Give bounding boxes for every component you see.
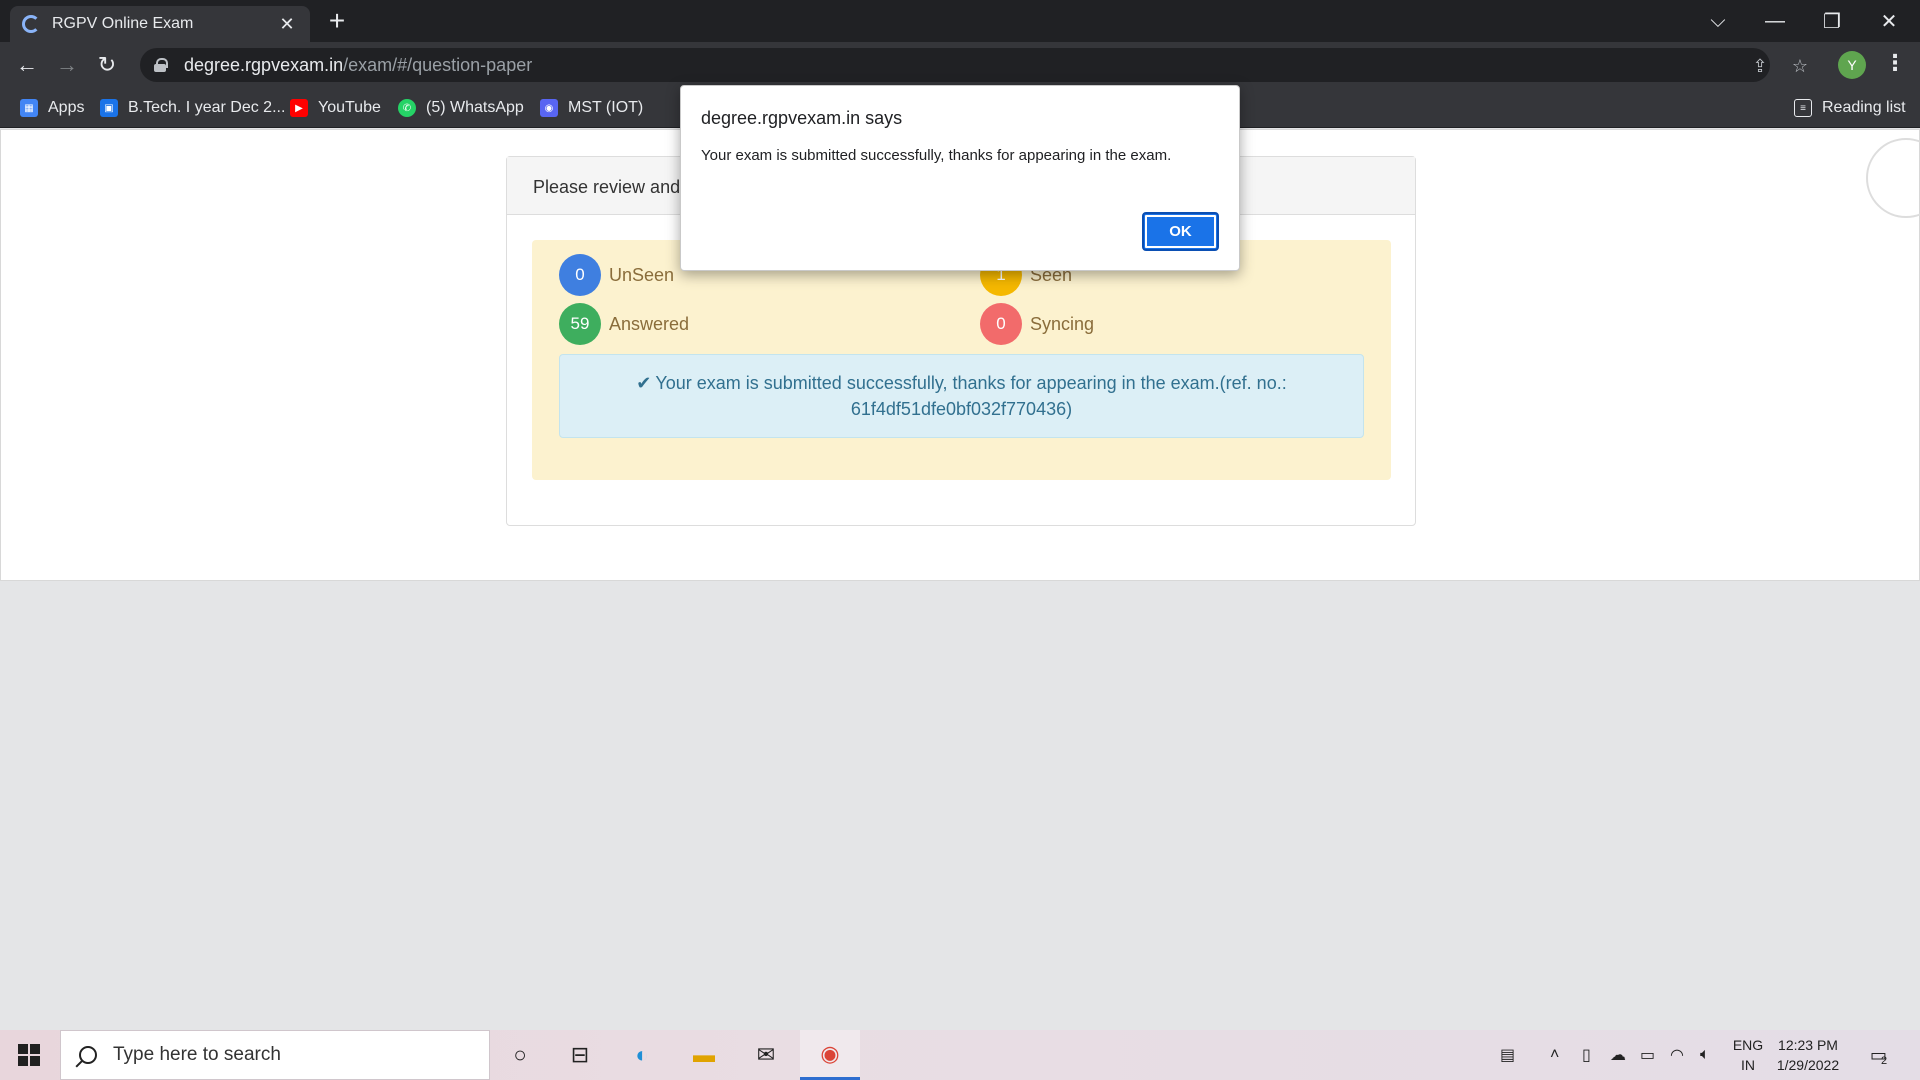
news-widget-icon[interactable]: ▤ — [1500, 1030, 1515, 1080]
stat-unseen: 0 UnSeen — [559, 254, 674, 296]
youtube-icon: ▶ — [290, 99, 308, 117]
close-window-button[interactable]: ✕ — [1861, 0, 1917, 42]
reading-list-label: Reading list — [1822, 99, 1906, 116]
volume-icon[interactable]: 🔈︎ — [1700, 1030, 1710, 1080]
new-tab-button[interactable]: + — [322, 6, 352, 36]
syncing-label: Syncing — [1030, 313, 1095, 334]
whatsapp-icon: ✆ — [398, 99, 416, 117]
mail-icon[interactable]: ✉ — [736, 1030, 796, 1080]
notification-count: 2 — [1881, 1055, 1888, 1067]
bookmark-youtube[interactable]: ▶ YouTube — [290, 96, 381, 120]
search-icon — [79, 1046, 97, 1064]
reading-list-icon: ≡ — [1794, 99, 1812, 117]
wifi-icon[interactable]: ◠ — [1670, 1030, 1684, 1080]
submission-success-message: ✔ Your exam is submitted successfully, th… — [559, 354, 1364, 438]
alert-dialog: degree.rgpvexam.in says Your exam is sub… — [680, 85, 1240, 271]
answered-count-badge: 59 — [559, 303, 601, 345]
task-view-icon[interactable]: ⊟ — [550, 1030, 610, 1080]
tab-favicon-icon — [22, 15, 40, 33]
bookmark-label: YouTube — [318, 99, 381, 116]
edge-browser-icon[interactable]: ◐ — [612, 1030, 672, 1080]
restore-button[interactable]: ❐ — [1804, 0, 1860, 42]
region-code: IN — [1741, 1057, 1755, 1073]
dialog-message: Your exam is submitted successfully, tha… — [701, 147, 1172, 164]
unseen-label: UnSeen — [609, 264, 675, 285]
bookmark-label: MST (IOT) — [568, 99, 644, 116]
success-text-line2: 61f4df51dfe0bf032f770436) — [850, 399, 1073, 419]
unseen-count-badge: 0 — [559, 254, 601, 296]
cortana-icon[interactable]: ○ — [490, 1030, 550, 1080]
chrome-icon[interactable]: ◉ — [800, 1030, 860, 1080]
dialog-title: degree.rgpvexam.in says — [701, 108, 903, 128]
bookmark-label: B.Tech. I year Dec 2... — [128, 99, 286, 116]
windows-start-icon[interactable] — [18, 1044, 40, 1066]
lock-icon[interactable] — [154, 58, 168, 72]
bookmark-apps[interactable]: ▦ Apps — [20, 96, 84, 120]
language-indicator[interactable]: ENG IN — [1730, 1035, 1766, 1075]
bookmark-star-icon[interactable]: ☆ — [1788, 56, 1812, 76]
discord-icon: ◉ — [540, 99, 558, 117]
url-host: degree.rgpvexam.in — [184, 54, 344, 75]
menu-kebab-icon[interactable]: ⋮ — [1884, 50, 1906, 76]
reload-icon[interactable]: ↻ — [90, 48, 124, 82]
file-explorer-icon[interactable]: ▬ — [674, 1030, 734, 1080]
clock[interactable]: 12:23 PM 1/29/2022 — [1768, 1035, 1848, 1075]
apps-grid-icon: ▦ — [20, 99, 38, 117]
profile-avatar[interactable]: Y — [1838, 51, 1866, 79]
check-icon: ✔ — [636, 373, 652, 393]
share-icon[interactable]: ⇪ — [1748, 56, 1772, 76]
tab-search-dropdown-icon[interactable]: ⌵ — [1690, 0, 1746, 42]
minimize-button[interactable]: — — [1747, 0, 1803, 42]
meet-now-icon[interactable]: ▯ — [1582, 1030, 1591, 1080]
bookmark-btech[interactable]: ▣ B.Tech. I year Dec 2... — [100, 96, 285, 120]
show-hidden-icons-chevron-icon[interactable]: ˄ — [1550, 1030, 1559, 1080]
windows-taskbar: Type here to search ○ ⊟ ◐ ▬ ✉ ◉ ▤ ˄ ▯ ☁ … — [0, 1030, 1920, 1080]
stat-answered: 59 Answered — [559, 303, 689, 345]
contact-icon: ▣ — [100, 99, 118, 117]
bookmark-label: (5) WhatsApp — [426, 99, 524, 116]
clock-time: 12:23 PM — [1778, 1037, 1838, 1053]
bookmark-mst-iot[interactable]: ◉ MST (IOT) — [540, 96, 643, 120]
url-path: /exam/#/question-paper — [343, 54, 533, 75]
tab-close-icon[interactable]: ✕ — [276, 14, 298, 35]
success-text-line1: Your exam is submitted successfully, tha… — [655, 373, 1287, 393]
reading-list[interactable]: ≡ Reading list — [1794, 96, 1906, 120]
notification-center-icon[interactable]: ▭ 2 — [1870, 1030, 1887, 1080]
syncing-count-badge: 0 — [980, 303, 1022, 345]
taskbar-search-box[interactable]: Type here to search — [60, 1030, 490, 1080]
bookmark-label: Apps — [48, 99, 85, 116]
browser-tab[interactable]: RGPV Online Exam ✕ — [10, 6, 310, 42]
battery-icon[interactable]: ▭ — [1640, 1030, 1655, 1080]
ok-button[interactable]: OK — [1142, 212, 1219, 251]
stat-syncing: 0 Syncing — [980, 303, 1094, 345]
answered-label: Answered — [609, 313, 690, 334]
browser-titlebar: RGPV Online Exam ✕ + ⌵ — ❐ ✕ — [0, 0, 1920, 42]
back-arrow-icon[interactable]: ← — [10, 48, 44, 82]
clock-date: 1/29/2022 — [1776, 1057, 1840, 1073]
tab-title: RGPV Online Exam — [52, 15, 194, 32]
exam-summary: 0 UnSeen 1 Seen 59 Answered 0 Syncing ✔ Y… — [532, 240, 1391, 480]
lang-code: ENG — [1732, 1037, 1764, 1053]
forward-arrow-icon[interactable]: → — [50, 48, 84, 82]
address-bar[interactable]: degree.rgpvexam.in/exam/#/question-paper… — [140, 48, 1808, 82]
search-placeholder: Type here to search — [113, 1044, 281, 1065]
bookmark-whatsapp[interactable]: ✆ (5) WhatsApp — [398, 96, 524, 120]
browser-toolbar: ← → ↻ degree.rgpvexam.in/exam/#/question… — [0, 42, 1920, 88]
onedrive-icon[interactable]: ☁ — [1610, 1030, 1626, 1080]
